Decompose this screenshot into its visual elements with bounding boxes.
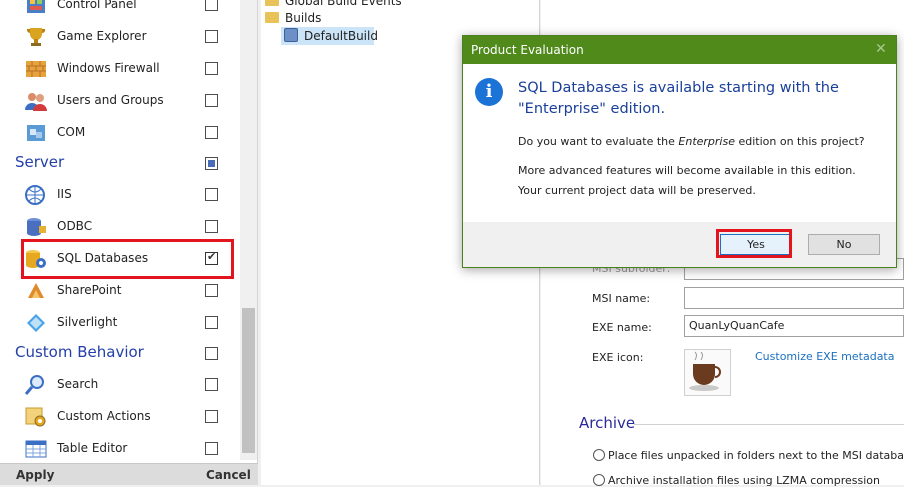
feature-label: Silverlight (57, 315, 118, 329)
feature-checkbox[interactable] (205, 316, 218, 329)
sharepoint-icon (24, 280, 48, 302)
feature-row-silverlight[interactable]: Silverlight (0, 307, 240, 339)
feature-label: ODBC (57, 219, 93, 233)
dialog-question: Do you want to evaluate the Enterprise e… (518, 135, 865, 148)
folder-icon (265, 12, 279, 23)
feature-row-game-explorer[interactable]: Game Explorer (0, 21, 240, 53)
dialog-question-suffix: edition on this project? (734, 135, 865, 148)
archive-option-unpacked-radio[interactable] (593, 449, 605, 461)
customize-exe-metadata-link[interactable]: Customize EXE metadata (755, 350, 894, 363)
dialog-question-edition: Enterprise (678, 135, 735, 148)
no-button[interactable]: No (808, 234, 880, 255)
exe-icon-preview[interactable] (684, 349, 731, 396)
trophy-icon (24, 26, 48, 48)
feature-row-custom-actions[interactable]: Custom Actions (0, 401, 240, 433)
feature-checkbox[interactable] (205, 442, 218, 455)
archive-option-lzma-radio[interactable] (593, 474, 605, 486)
feature-label: Game Explorer (57, 29, 147, 43)
tree-item-builds[interactable]: Builds (285, 11, 321, 25)
feature-row-windows-firewall[interactable]: Windows Firewall (0, 53, 240, 85)
msi-name-label: MSI name: (592, 292, 651, 305)
features-bottom-bar: Apply Cancel (0, 463, 258, 485)
feature-label: Table Editor (57, 441, 128, 455)
apply-button[interactable]: Apply (16, 468, 54, 482)
feature-row-iis[interactable]: IIS (0, 179, 240, 211)
sql-databases-highlight (21, 239, 234, 279)
archive-option-lzma-label[interactable]: Archive installation files using LZMA co… (608, 474, 880, 487)
feature-label: Windows Firewall (57, 61, 160, 75)
feature-label: Custom Actions (57, 409, 151, 423)
feature-checkbox[interactable] (205, 410, 218, 423)
search-icon (24, 374, 48, 396)
exe-name-label: EXE name: (592, 321, 652, 334)
odbc-icon (24, 216, 48, 238)
section-server-title: Server (15, 153, 65, 171)
feature-checkbox[interactable] (205, 220, 218, 233)
section-server-checkbox[interactable] (205, 157, 218, 170)
yes-button-highlight (716, 229, 792, 258)
feature-checkbox[interactable] (205, 94, 218, 107)
feature-checkbox[interactable] (205, 126, 218, 139)
section-custom-behavior-checkbox[interactable] (205, 347, 218, 360)
features-scrollbar-thumb[interactable] (242, 308, 255, 453)
exe-icon-label: EXE icon: (592, 351, 644, 364)
cancel-button[interactable]: Cancel (206, 468, 251, 482)
feature-label: COM (57, 125, 86, 139)
feature-checkbox[interactable] (205, 30, 218, 43)
feature-checkbox[interactable] (205, 284, 218, 297)
features-panel: Control Panel Game Explorer Windows Fire… (0, 0, 258, 485)
feature-label: IIS (57, 187, 72, 201)
table-editor-icon (24, 438, 48, 460)
dialog-line-2: Your current project data will be preser… (518, 184, 756, 197)
tree-item-default-build[interactable]: DefaultBuild (304, 29, 378, 43)
tree-item-global-build-events[interactable]: Global Build Events (285, 0, 402, 8)
silverlight-icon (24, 312, 48, 334)
dialog-question-prefix: Do you want to evaluate the (518, 135, 679, 148)
firewall-icon (24, 58, 48, 80)
dialog-heading: SQL Databases is available starting with… (518, 80, 839, 117)
feature-checkbox[interactable] (205, 0, 218, 11)
build-icon (284, 28, 298, 42)
feature-row-control-panel[interactable]: Control Panel (0, 0, 240, 21)
feature-row-sharepoint[interactable]: SharePoint (0, 275, 240, 307)
close-icon[interactable]: ✕ (875, 41, 887, 57)
feature-row-table-editor[interactable]: Table Editor (0, 433, 240, 465)
dialog-line-1: More advanced features will become avail… (518, 164, 856, 177)
section-custom-behavior-title: Custom Behavior (15, 343, 144, 361)
feature-checkbox[interactable] (205, 188, 218, 201)
exe-name-input[interactable]: QuanLyQuanCafe (684, 315, 904, 337)
archive-option-unpacked-label[interactable]: Place files unpacked in folders next to … (608, 449, 904, 462)
com-icon (24, 122, 48, 144)
feature-label: Users and Groups (57, 93, 164, 107)
feature-row-com[interactable]: COM (0, 117, 240, 149)
archive-section-title: Archive (579, 414, 636, 432)
coffee-cup-icon (689, 351, 721, 391)
control-panel-icon (24, 0, 48, 16)
feature-checkbox[interactable] (205, 62, 218, 75)
feature-row-users-groups[interactable]: Users and Groups (0, 85, 240, 117)
msi-name-input[interactable] (684, 287, 904, 309)
feature-label: Control Panel (57, 0, 137, 11)
archive-divider (634, 424, 904, 425)
feature-checkbox[interactable] (205, 378, 218, 391)
feature-row-search[interactable]: Search (0, 369, 240, 401)
dialog-title: Product Evaluation (471, 43, 584, 57)
info-icon: i (475, 78, 503, 106)
users-icon (24, 90, 48, 112)
feature-label: Search (57, 377, 99, 391)
folder-icon (265, 0, 279, 6)
feature-label: SharePoint (57, 283, 122, 297)
custom-actions-icon (24, 406, 48, 428)
dialog-titlebar[interactable]: Product Evaluation ✕ (463, 36, 896, 64)
iis-icon (24, 184, 48, 206)
